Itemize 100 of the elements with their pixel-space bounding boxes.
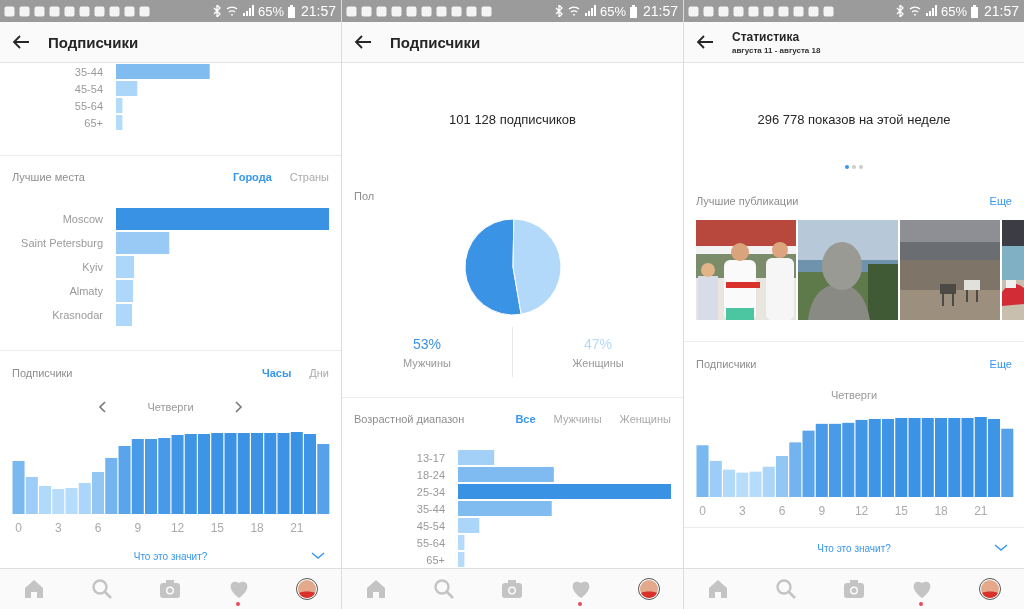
bar	[762, 466, 775, 497]
axis-label: 0	[15, 521, 22, 535]
legend-label: Женщины	[572, 356, 624, 369]
search-icon[interactable]	[91, 578, 114, 600]
notification-icon	[703, 5, 714, 17]
bar	[116, 98, 123, 113]
search-icon[interactable]	[433, 578, 456, 600]
clock-time: 21:57	[983, 3, 1019, 19]
search-icon[interactable]	[775, 578, 797, 600]
filter-tab[interactable]: Страны	[289, 171, 329, 183]
axis-label: 9	[134, 521, 142, 535]
notification-icon	[139, 5, 150, 17]
bar	[116, 304, 132, 326]
filter-tab[interactable]: Дни	[309, 367, 329, 379]
filter-tab[interactable]: Города	[233, 171, 272, 183]
notification-icon	[421, 5, 432, 17]
wifi-icon	[225, 5, 238, 17]
axis-label: 6	[778, 504, 786, 518]
axis-label: 15	[894, 504, 909, 518]
notification-icon	[688, 5, 699, 17]
screen-title: Подписчики	[48, 33, 139, 51]
axis-label: 25-34	[416, 485, 445, 498]
page-dot[interactable]	[852, 165, 856, 169]
bluetooth-icon	[211, 5, 222, 17]
bar	[789, 442, 802, 497]
bar	[1001, 428, 1014, 497]
page-dot[interactable]	[859, 165, 863, 169]
notification-icon	[793, 5, 804, 17]
bar	[116, 256, 135, 278]
axis-label: 18-24	[416, 468, 445, 481]
chevron-left-icon[interactable]	[98, 401, 108, 413]
axis-label: 3	[739, 504, 746, 518]
more-link[interactable]: Еще	[989, 358, 1012, 370]
notification-icon	[778, 5, 789, 17]
axis-label: 21	[290, 521, 304, 535]
day-label: Четверги	[830, 389, 878, 401]
filter-tab[interactable]: Все	[515, 413, 536, 425]
notification-icon	[124, 5, 135, 17]
back-button[interactable]	[352, 33, 374, 51]
chevron-down-icon[interactable]	[994, 544, 1008, 552]
notification-icon	[109, 5, 120, 17]
avatar-icon[interactable]	[979, 578, 1001, 600]
camera-icon[interactable]	[159, 578, 182, 600]
back-button[interactable]	[10, 33, 32, 51]
axis-label: 45-54	[416, 519, 445, 532]
axis-label: 18	[934, 504, 948, 518]
camera-icon[interactable]	[501, 578, 524, 600]
home-icon[interactable]	[365, 578, 388, 600]
help-link[interactable]: Что это значит?	[817, 542, 891, 554]
bar	[116, 232, 170, 254]
notification-icon	[718, 5, 729, 17]
axis-label: Moscow	[62, 213, 103, 225]
home-icon[interactable]	[23, 578, 46, 600]
bluetooth-icon	[553, 5, 564, 17]
battery-percent: 65%	[599, 3, 626, 19]
filter-tab[interactable]: Женщины	[619, 413, 671, 425]
axis-label: Almaty	[69, 285, 103, 297]
battery-icon	[629, 4, 637, 18]
date-range: августа 11 - августа 18	[732, 45, 821, 55]
bar	[723, 469, 736, 497]
filter-tab[interactable]: Мужчины	[553, 413, 602, 425]
axis-label: 12	[854, 504, 869, 518]
section-title: Пол	[354, 190, 376, 202]
notification-icon	[64, 5, 75, 17]
summary-text: 101 128 подписчиков	[449, 111, 576, 129]
notification-icon	[391, 5, 402, 17]
filter-tab[interactable]: Часы	[261, 367, 292, 379]
page-dot[interactable]	[845, 165, 849, 169]
notification-icon	[481, 5, 492, 17]
notification-icon	[49, 5, 60, 17]
bar	[39, 486, 52, 514]
chevron-down-icon[interactable]	[311, 552, 325, 560]
legend-label: Мужчины	[403, 356, 451, 369]
avatar-icon[interactable]	[295, 578, 318, 600]
help-link[interactable]: Что это значит?	[133, 550, 208, 562]
signal-icon	[924, 5, 937, 17]
notification-icon	[733, 5, 744, 17]
notification-icon	[346, 5, 357, 17]
camera-icon[interactable]	[843, 578, 865, 600]
axis-label: Saint Petersburg	[21, 237, 103, 249]
notification-icon	[79, 5, 90, 17]
axis-label: 0	[699, 504, 706, 518]
battery-percent: 65%	[257, 3, 284, 19]
bar	[105, 458, 118, 514]
section-title: Подписчики	[12, 367, 74, 379]
bar	[118, 446, 131, 514]
bar	[802, 430, 815, 497]
chevron-right-icon[interactable]	[233, 401, 243, 413]
bar	[749, 471, 762, 497]
signal-icon	[241, 5, 254, 17]
axis-label: 35-44	[416, 502, 445, 515]
bar	[92, 472, 105, 514]
home-icon[interactable]	[707, 578, 729, 600]
axis-label: 55-64	[74, 99, 103, 112]
more-link[interactable]: Еще	[989, 195, 1012, 207]
notification-icon	[808, 5, 819, 17]
screen-title: Подписчики	[390, 33, 481, 51]
bar	[458, 450, 495, 465]
avatar-icon[interactable]	[637, 578, 660, 600]
back-button[interactable]	[694, 33, 716, 51]
